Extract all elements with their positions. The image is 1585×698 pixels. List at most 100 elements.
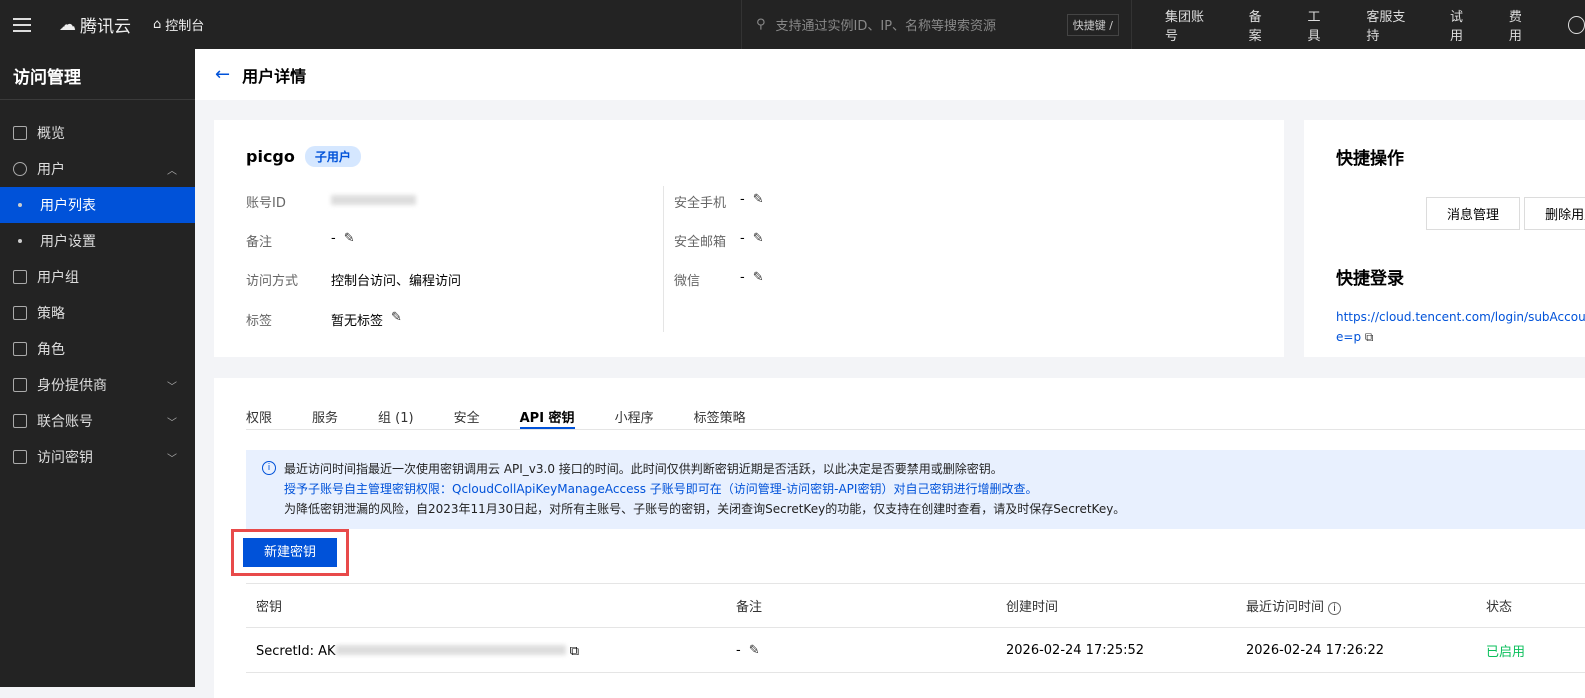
info-icon: i <box>262 461 276 475</box>
secret-id-redacted <box>335 644 566 655</box>
email-label: 安全邮箱 <box>674 235 727 250</box>
role-icon <box>13 342 27 356</box>
status-badge: 已启用 <box>1486 644 1526 660</box>
tab-tag-policy[interactable]: 标签策略 <box>694 398 746 429</box>
edit-icon[interactable]: ✎ <box>344 231 355 250</box>
sidebar-item-overview[interactable]: 概览 <box>0 115 195 151</box>
login-url-link-cont[interactable]: e=p <box>1336 330 1361 344</box>
access-mode-value: 控制台访问、编程访问 <box>331 274 462 289</box>
quick-actions-card: 快捷操作 消息管理 删除用户 快捷登录 https://cloud.tencen… <box>1304 120 1585 357</box>
copy-icon[interactable]: ⧉ <box>570 644 579 659</box>
tab-services[interactable]: 服务 <box>312 398 338 429</box>
nav-support[interactable]: 客服支持 <box>1366 6 1416 44</box>
sidebar: 访问管理 概览 用户 ︿ 用户列表 用户设置 用户组 策略 角色 身份提供商 ﹀ 联… <box>0 49 195 687</box>
page-header: ← 用户详情 <box>195 49 1585 100</box>
chevron-up-icon: ︿ <box>167 165 177 177</box>
tags-label: 标签 <box>246 314 273 329</box>
alert-link[interactable]: 授予子账号自主管理密钥权限：QcloudCollApiKeyManageAcce… <box>284 479 1585 499</box>
sidebar-item-roles[interactable]: 角色 <box>0 331 195 367</box>
tab-bar: 权限 服务 组 (1) 安全 API 密钥 小程序 标签策略 <box>246 398 1585 430</box>
remark-value: - <box>736 642 741 658</box>
nav-tools[interactable]: 工具 <box>1308 6 1333 44</box>
phone-label: 安全手机 <box>674 196 727 211</box>
key-icon <box>13 450 27 464</box>
user-type-badge: 子用户 <box>304 146 361 167</box>
detail-tabs-card: 权限 服务 组 (1) 安全 API 密钥 小程序 标签策略 i 最近访问时间指… <box>214 378 1585 698</box>
col-remark: 备注 <box>736 600 763 615</box>
sidebar-title: 访问管理 <box>0 49 195 100</box>
console-link[interactable]: ⌂ 控制台 <box>153 15 204 34</box>
sidebar-item-access-keys[interactable]: 访问密钥 ﹀ <box>0 439 195 475</box>
search-input[interactable]: ⚲ 支持通过实例ID、IP、名称等搜索资源 快捷键 / <box>741 0 1132 49</box>
edit-icon[interactable]: ✎ <box>391 310 402 329</box>
logo[interactable]: ☁ 腾讯云 <box>59 12 131 38</box>
remark-cell: - ✎ <box>726 643 996 658</box>
login-url-link[interactable]: https://cloud.tencent.com/login/subAccou… <box>1336 307 1585 327</box>
quick-ops-title: 快捷操作 <box>1336 149 1404 169</box>
divider <box>663 186 664 332</box>
chevron-down-icon: ﹀ <box>167 381 177 393</box>
new-key-button[interactable]: 新建密钥 <box>243 538 337 567</box>
accessed-cell: 2026-02-24 17:26:22 <box>1246 642 1385 658</box>
edit-icon[interactable]: ✎ <box>753 231 764 250</box>
keys-table: 密钥 备注 创建时间 最近访问时间 i 状态 SecretId: AK ⧉ - ✎… <box>246 583 1585 673</box>
col-key: 密钥 <box>256 600 283 615</box>
table-header: 密钥 备注 创建时间 最近访问时间 i 状态 <box>246 583 1585 628</box>
remark-value: - <box>331 231 336 246</box>
highlight-box: 新建密钥 <box>231 529 349 576</box>
user-icon[interactable] <box>1567 15 1585 34</box>
info-alert: i 最近访问时间指最近一次使用密钥调用云 API_v3.0 接口的时间。此时间仅… <box>246 450 1585 529</box>
message-management-button[interactable]: 消息管理 <box>1426 197 1521 230</box>
top-bar: ☁ 腾讯云 ⌂ 控制台 ⚲ 支持通过实例ID、IP、名称等搜索资源 快捷键 / 集团账号… <box>0 0 1585 49</box>
sidebar-item-user-groups[interactable]: 用户组 <box>0 259 195 295</box>
tab-security[interactable]: 安全 <box>454 398 480 429</box>
tab-mini-program[interactable]: 小程序 <box>615 398 654 429</box>
user-name: picgo <box>246 147 295 166</box>
table-row: SecretId: AK ⧉ - ✎ 2026-02-24 17:25:52 20… <box>246 628 1585 673</box>
nav-filing[interactable]: 备案 <box>1249 6 1274 44</box>
quick-login-title: 快捷登录 <box>1336 269 1404 289</box>
phone-value: - <box>740 192 745 207</box>
menu-icon[interactable] <box>13 17 31 32</box>
alert-line: 最近访问时间指最近一次使用密钥调用云 API_v3.0 接口的时间。此时间仅供判… <box>284 462 1003 476</box>
sidebar-item-policies[interactable]: 策略 <box>0 295 195 331</box>
col-accessed: 最近访问时间 i <box>1236 596 1476 615</box>
tab-permissions[interactable]: 权限 <box>246 398 272 429</box>
info-icon[interactable]: i <box>1328 602 1341 615</box>
tab-api-keys[interactable]: API 密钥 <box>519 398 575 429</box>
account-id-value-redacted <box>331 195 416 205</box>
sidebar-item-user-settings[interactable]: 用户设置 <box>0 223 195 259</box>
nav-billing[interactable]: 费用 <box>1509 6 1534 44</box>
cloud-icon: ☁ <box>59 14 76 35</box>
col-accessed-label: 最近访问时间 <box>1246 600 1325 615</box>
idp-icon <box>13 378 27 392</box>
bullet <box>18 203 22 207</box>
tab-groups[interactable]: 组 (1) <box>378 398 414 429</box>
back-arrow-icon[interactable]: ← <box>215 64 230 85</box>
delete-user-button[interactable]: 删除用户 <box>1524 197 1585 230</box>
col-status: 状态 <box>1486 600 1513 615</box>
page-title: 用户详情 <box>242 66 307 86</box>
sidebar-item-users[interactable]: 用户 ︿ <box>0 151 195 187</box>
nav-group-account[interactable]: 集团账号 <box>1165 6 1215 44</box>
edit-icon[interactable]: ✎ <box>749 643 760 658</box>
edit-icon[interactable]: ✎ <box>753 270 764 289</box>
wechat-value: - <box>740 270 745 285</box>
home-icon: ⌂ <box>153 17 162 32</box>
nav-trial[interactable]: 试用 <box>1450 6 1475 44</box>
col-created: 创建时间 <box>1006 600 1059 615</box>
chevron-down-icon: ﹀ <box>167 417 177 429</box>
sidebar-item-user-list[interactable]: 用户列表 <box>0 187 195 223</box>
tags-value: 暂无标签 <box>331 314 384 329</box>
created-cell: 2026-02-24 17:25:52 <box>1006 642 1145 658</box>
edit-icon[interactable]: ✎ <box>753 192 764 211</box>
email-value: - <box>740 231 745 246</box>
account-id-label: 账号ID <box>246 196 286 211</box>
copy-icon[interactable]: ⧉ <box>1365 330 1374 344</box>
alert-line: 为降低密钥泄漏的风险，自2023年11月30日起，对所有主账号、子账号的密钥，关… <box>284 502 1126 516</box>
sidebar-item-federated[interactable]: 联合账号 ﹀ <box>0 403 195 439</box>
search-icon: ⚲ <box>756 17 766 32</box>
remark-label: 备注 <box>246 235 273 250</box>
sidebar-item-idp[interactable]: 身份提供商 ﹀ <box>0 367 195 403</box>
secret-id-cell: SecretId: AK ⧉ <box>246 642 726 659</box>
